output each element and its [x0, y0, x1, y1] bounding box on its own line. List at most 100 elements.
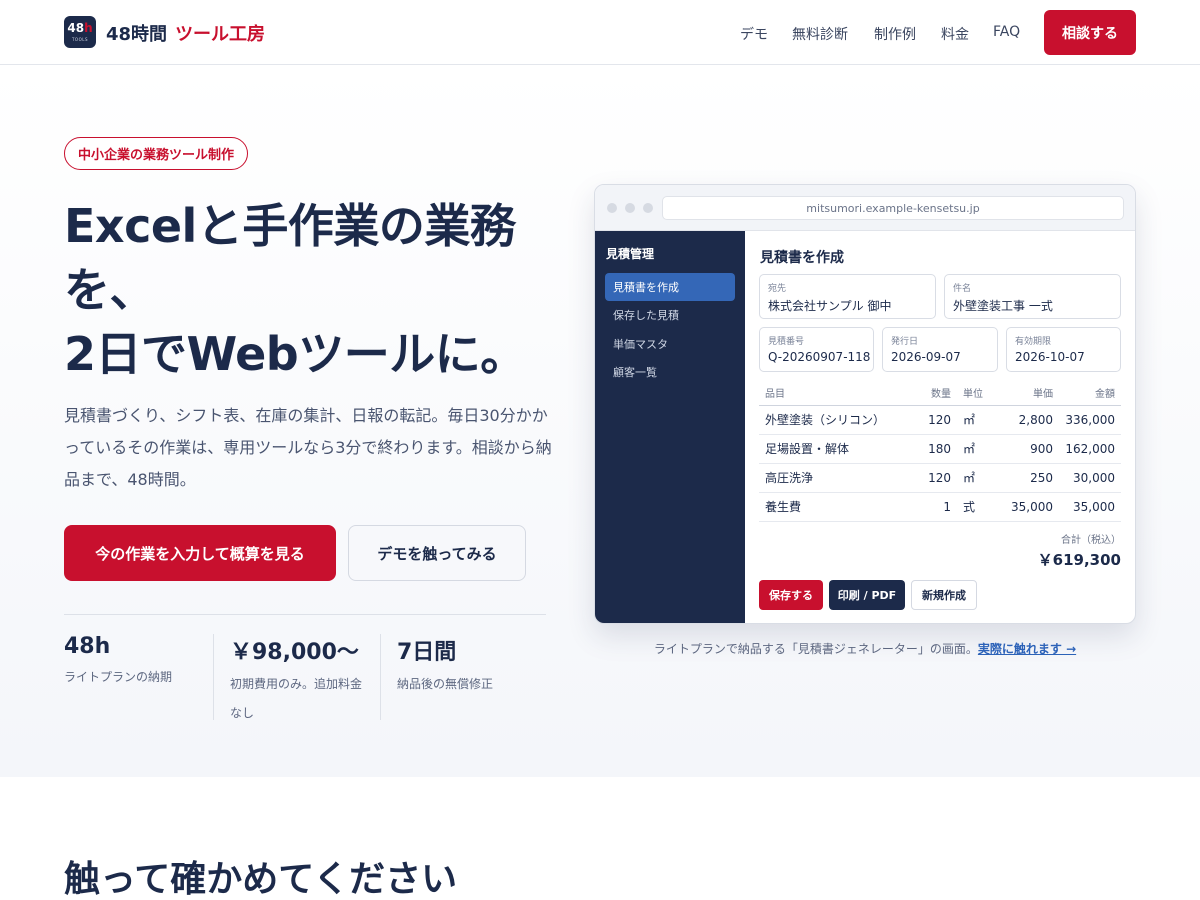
- subject-field[interactable]: 件名 外壁塗装工事 一式: [944, 274, 1121, 319]
- amount-cell: 162,000: [1059, 434, 1121, 464]
- try-demo-button[interactable]: デモを触ってみる: [348, 525, 526, 581]
- field-value: 株式会社サンプル 御中: [768, 299, 892, 313]
- stat-value: 7日間: [397, 640, 457, 665]
- nav-faq[interactable]: FAQ: [993, 24, 1020, 40]
- unit-cell: ㎡: [957, 405, 997, 435]
- section-title: 触って確かめてください: [64, 859, 458, 900]
- category-badge: 中小企業の業務ツール制作: [64, 137, 249, 170]
- field-value: 2026-09-07: [891, 350, 961, 364]
- stat-separator: [380, 634, 381, 720]
- price-cell: 35,000: [997, 492, 1059, 522]
- logo-h: h: [84, 21, 93, 35]
- brand-accent: ツール工房: [175, 24, 266, 45]
- issue-date-field[interactable]: 発行日 2026-09-07: [882, 327, 998, 372]
- stat-price: ￥98,000〜 初期費用のみ。追加料金なし: [230, 634, 370, 728]
- site-header: 48h TOOLS 48時間 ツール工房 デモ 無料診断 制作例 料金 FAQ 相…: [0, 0, 1200, 65]
- price-cell: 250: [997, 463, 1059, 493]
- field-label: 発行日: [891, 337, 919, 347]
- item-cell: 足場設置・解体: [759, 434, 909, 464]
- print-pdf-button[interactable]: 印刷 / PDF: [829, 580, 905, 610]
- amount-cell: 336,000: [1059, 405, 1121, 435]
- qty-cell: 120: [909, 405, 957, 435]
- mock-sidebar: 見積管理 見積書を作成 保存した見積 単価マスタ 顧客一覧: [595, 231, 745, 623]
- price-cell: 2,800: [997, 405, 1059, 435]
- amount-cell: 30,000: [1059, 463, 1121, 493]
- headline-line-2: を、: [64, 263, 156, 317]
- amount-cell: 35,000: [1059, 492, 1121, 522]
- mockup-caption: ライトプランで納品する「見積書ジェネレーター」の画面。実際に触れます →: [594, 640, 1136, 657]
- hero-headline: Excelと手作業の業務 を、 2日でWebツールに。: [64, 194, 564, 386]
- try-it-link[interactable]: 実際に触れます →: [978, 642, 1076, 656]
- field-value: 2026-10-07: [1015, 350, 1085, 364]
- consult-button[interactable]: 相談する: [1044, 10, 1136, 55]
- sidebar-item-unit-master[interactable]: 単価マスタ: [605, 330, 735, 358]
- logo-number: 48: [67, 21, 85, 35]
- item-cell: 高圧洗浄: [759, 463, 909, 493]
- table-row[interactable]: 足場設置・解体 180 ㎡ 900 162,000: [759, 434, 1121, 464]
- hero-lead: 見積書づくり、シフト表、在庫の集計、日報の転記。毎日30分かかっているその作業は…: [64, 406, 552, 489]
- column-header: 単価: [997, 380, 1059, 406]
- headline-line-3: 2日でWebツールに。: [64, 327, 526, 381]
- stat-value: ￥98,000〜: [230, 640, 359, 665]
- column-header: 品目: [759, 380, 909, 406]
- mock-main: 見積書を作成 宛先 株式会社サンプル 御中 件名 外壁塗装工事 一式 見積番号 …: [745, 231, 1135, 623]
- table-row[interactable]: 養生費 1 式 35,000 35,000: [759, 492, 1121, 522]
- nav-demo[interactable]: デモ: [740, 24, 768, 44]
- table-header-row: 品目 数量 単位 単価 金額: [759, 380, 1121, 406]
- qty-cell: 1: [909, 492, 957, 522]
- app-mockup: mitsumori.example-kensetsu.jp 見積管理 見積書を作…: [594, 184, 1136, 624]
- stat-fixes: 7日間 納品後の無償修正: [397, 634, 547, 699]
- item-cell: 外壁塗装（シリコン）: [759, 405, 909, 435]
- qty-cell: 180: [909, 434, 957, 464]
- sidebar-item-customers[interactable]: 顧客一覧: [605, 358, 735, 386]
- unit-cell: ㎡: [957, 463, 997, 493]
- field-label: 件名: [953, 284, 972, 294]
- qty-cell: 120: [909, 463, 957, 493]
- line-items-table: 品目 数量 単位 単価 金額 外壁塗装（シリコン） 120 ㎡ 2,800 33…: [759, 380, 1121, 522]
- column-header: 単位: [957, 380, 997, 406]
- brand-name[interactable]: 48時間 ツール工房: [106, 20, 265, 46]
- quote-number-field[interactable]: 見積番号 Q-20260907-118: [759, 327, 874, 372]
- field-label: 見積番号: [768, 337, 805, 347]
- total-value: ￥619,300: [1037, 551, 1121, 569]
- field-value: 外壁塗装工事 一式: [953, 299, 1053, 313]
- nav-free-diagnosis[interactable]: 無料診断: [792, 24, 848, 44]
- window-dot-icon: [643, 203, 653, 213]
- field-label: 有効期限: [1015, 337, 1052, 347]
- stat-desc: 納品後の無償修正: [397, 677, 494, 691]
- field-value: Q-20260907-118: [768, 350, 871, 364]
- table-row[interactable]: 高圧洗浄 120 ㎡ 250 30,000: [759, 463, 1121, 493]
- nav-examples[interactable]: 制作例: [874, 24, 916, 44]
- stat-delivery: 48h ライトプランの納期: [64, 634, 204, 692]
- expiry-date-field[interactable]: 有効期限 2026-10-07: [1006, 327, 1121, 372]
- logo-icon[interactable]: 48h TOOLS: [64, 16, 96, 48]
- field-label: 宛先: [768, 284, 787, 294]
- unit-cell: ㎡: [957, 434, 997, 464]
- logo-sub: TOOLS: [71, 37, 88, 42]
- stat-separator: [213, 634, 214, 720]
- estimate-button[interactable]: 今の作業を入力して概算を見る: [64, 525, 336, 581]
- sidebar-item-saved[interactable]: 保存した見積: [605, 301, 735, 329]
- table-row[interactable]: 外壁塗装（シリコン） 120 ㎡ 2,800 336,000: [759, 405, 1121, 435]
- price-cell: 900: [997, 434, 1059, 464]
- stat-desc: 初期費用のみ。追加料金なし: [230, 677, 363, 720]
- caption-text: ライトプランで納品する「見積書ジェネレーター」の画面。: [653, 642, 978, 656]
- column-header: 数量: [909, 380, 957, 406]
- window-dot-icon: [607, 203, 617, 213]
- item-cell: 養生費: [759, 492, 909, 522]
- new-quote-button[interactable]: 新規作成: [911, 580, 977, 610]
- browser-bar: mitsumori.example-kensetsu.jp: [595, 185, 1135, 231]
- form-title: 見積書を作成: [760, 250, 844, 266]
- brand-main: 48時間: [106, 24, 168, 45]
- headline-line-1: Excelと手作業の業務: [64, 199, 516, 253]
- sidebar-item-create[interactable]: 見積書を作成: [605, 273, 735, 301]
- stat-value: 48h: [64, 634, 111, 659]
- stats-divider: [64, 614, 546, 615]
- stat-desc: ライトプランの納期: [64, 670, 173, 684]
- save-button[interactable]: 保存する: [759, 580, 823, 610]
- nav-pricing[interactable]: 料金: [941, 24, 969, 44]
- sidebar-title: 見積管理: [606, 247, 655, 261]
- url-bar: mitsumori.example-kensetsu.jp: [662, 196, 1124, 220]
- recipient-field[interactable]: 宛先 株式会社サンプル 御中: [759, 274, 936, 319]
- unit-cell: 式: [957, 492, 997, 522]
